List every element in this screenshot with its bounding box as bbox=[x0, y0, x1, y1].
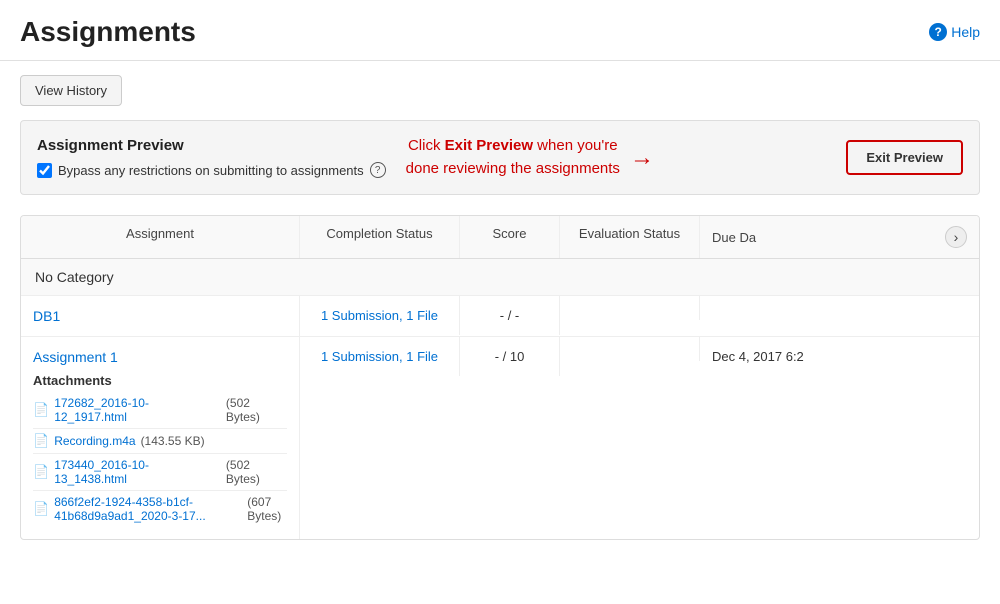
category-row: No Category bbox=[21, 259, 979, 296]
evaluation-status-cell bbox=[560, 296, 700, 320]
attachment-item: 📄 173440_2016-10-13_1438.html (502 Bytes… bbox=[33, 454, 287, 491]
instruction-text: Click Exit Preview when you'redone revie… bbox=[406, 135, 620, 180]
attachment2-link[interactable]: Recording.m4a bbox=[54, 434, 135, 448]
db1-score: - / - bbox=[500, 308, 520, 323]
col-due-date: Due Da › bbox=[700, 216, 979, 258]
view-history-button[interactable]: View History bbox=[20, 75, 122, 106]
assignment1-submission-link[interactable]: 1 Submission, 1 File bbox=[321, 349, 438, 364]
file-icon: 📄 bbox=[33, 501, 49, 517]
help-icon: ? bbox=[929, 23, 947, 41]
attachment2-size: (143.55 KB) bbox=[141, 434, 205, 448]
page-header: Assignments ? Help bbox=[0, 0, 1000, 61]
col-assignment: Assignment bbox=[21, 216, 300, 258]
attachment-item: 📄 866f2ef2-1924-4358-b1cf-41b68d9a9ad1_2… bbox=[33, 491, 287, 527]
info-icon[interactable]: ? bbox=[370, 162, 386, 178]
db1-link[interactable]: DB1 bbox=[33, 308, 60, 324]
attachment-item: 📄 172682_2016-10-12_1917.html (502 Bytes… bbox=[33, 392, 287, 429]
assignment1-name-cell: Assignment 1 Attachments 📄 172682_2016-1… bbox=[21, 337, 300, 539]
bypass-checkbox[interactable] bbox=[37, 163, 52, 178]
score-cell: - / - bbox=[460, 296, 560, 335]
attachment3-link[interactable]: 173440_2016-10-13_1438.html bbox=[54, 458, 221, 486]
attachment4-link[interactable]: 866f2ef2-1924-4358-b1cf-41b68d9a9ad1_202… bbox=[54, 495, 242, 523]
attachment1-link[interactable]: 172682_2016-10-12_1917.html bbox=[54, 396, 221, 424]
attachments-label: Attachments bbox=[33, 373, 287, 388]
preview-checkbox-row: Bypass any restrictions on submitting to… bbox=[37, 162, 386, 178]
scroll-right-button[interactable]: › bbox=[945, 226, 967, 248]
due-date-cell bbox=[700, 296, 979, 320]
attachment3-size: (502 Bytes) bbox=[226, 458, 287, 486]
instruction-before: Click bbox=[408, 137, 445, 154]
file-icon: 📄 bbox=[33, 433, 49, 449]
assignment1-completion-cell: 1 Submission, 1 File bbox=[300, 337, 460, 376]
db1-submission-link[interactable]: 1 Submission, 1 File bbox=[321, 308, 438, 323]
attachment-item: 📄 Recording.m4a (143.55 KB) bbox=[33, 429, 287, 454]
page-title: Assignments bbox=[20, 16, 196, 48]
preview-banner-title: Assignment Preview bbox=[37, 137, 386, 154]
exit-preview-button[interactable]: Exit Preview bbox=[846, 140, 963, 175]
table-row: DB1 1 Submission, 1 File - / - bbox=[21, 296, 979, 337]
preview-banner-center: Click Exit Preview when you'redone revie… bbox=[386, 135, 847, 180]
assignment1-evaluation-cell bbox=[560, 337, 700, 361]
assignment1-due-date: Dec 4, 2017 6:2 bbox=[712, 349, 804, 364]
attachment1-size: (502 Bytes) bbox=[226, 396, 287, 424]
preview-banner: Assignment Preview Bypass any restrictio… bbox=[20, 120, 980, 195]
file-icon: 📄 bbox=[33, 402, 49, 418]
table-header: Assignment Completion Status Score Evalu… bbox=[21, 216, 979, 259]
col-completion: Completion Status bbox=[300, 216, 460, 258]
assignment1-score-cell: - / 10 bbox=[460, 337, 560, 376]
assignment1-score: - / 10 bbox=[495, 349, 525, 364]
help-label: Help bbox=[951, 24, 980, 40]
assignment1-due-date-cell: Dec 4, 2017 6:2 bbox=[700, 337, 979, 376]
assignment-name-cell: DB1 bbox=[21, 296, 300, 336]
attachment4-size: (607 Bytes) bbox=[247, 495, 287, 523]
help-link[interactable]: ? Help bbox=[929, 23, 980, 41]
assignment1-link[interactable]: Assignment 1 bbox=[33, 349, 118, 365]
arrow-right-icon: → bbox=[630, 144, 654, 172]
col-score: Score bbox=[460, 216, 560, 258]
bypass-label: Bypass any restrictions on submitting to… bbox=[58, 163, 364, 178]
table-row: Assignment 1 Attachments 📄 172682_2016-1… bbox=[21, 337, 979, 539]
instruction-bold: Exit Preview bbox=[445, 137, 533, 154]
attachments-section: Attachments 📄 172682_2016-10-12_1917.htm… bbox=[33, 373, 287, 527]
assignments-table: Assignment Completion Status Score Evalu… bbox=[20, 215, 980, 540]
toolbar: View History bbox=[0, 61, 1000, 120]
file-icon: 📄 bbox=[33, 464, 49, 480]
col-evaluation: Evaluation Status bbox=[560, 216, 700, 258]
preview-banner-left: Assignment Preview Bypass any restrictio… bbox=[37, 137, 386, 178]
completion-status-cell: 1 Submission, 1 File bbox=[300, 296, 460, 335]
